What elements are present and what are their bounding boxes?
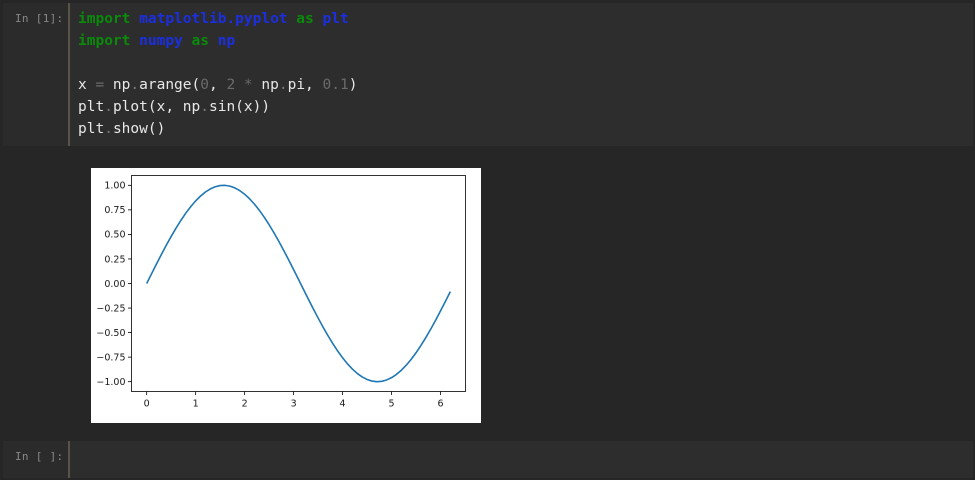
code-token: sin(x)) (208, 99, 271, 115)
code-token: * (243, 77, 253, 93)
code-token: np (217, 33, 236, 49)
code-token: arange( (139, 77, 201, 93)
code-token: as (191, 33, 209, 49)
code-line: import matplotlib.pyplot as plt (78, 8, 357, 30)
y-tick-label: 0.00 (104, 279, 125, 290)
code-token: matplotlib.pyplot (139, 11, 288, 27)
x-tick-label: 3 (291, 399, 297, 410)
code-token: = (95, 77, 105, 93)
notebook: In [1]: import matplotlib.pyplot as plt i… (0, 0, 975, 480)
code-token: . (200, 99, 209, 115)
code-token: numpy (139, 33, 183, 49)
code-token: plt (78, 121, 105, 137)
y-tick-label: −0.25 (96, 303, 125, 314)
y-tick-label: −0.75 (96, 352, 125, 363)
code-editor[interactable]: import matplotlib.pyplot as plt import nu… (68, 3, 973, 146)
input-prompt: In [1]: (15, 12, 64, 25)
code-text[interactable]: import matplotlib.pyplot as plt import nu… (78, 8, 357, 140)
code-token: plot(x, np (112, 99, 201, 115)
code-line: x = np.arange(0, 2 * np.pi, 0.1) (78, 74, 357, 96)
code-cell-2[interactable]: In [ ]: (3, 441, 973, 478)
output-area: 1.00 0.75 0.50 0.25 0.00 −0.25 −0.50 −0.75 −1.00… (3, 146, 973, 436)
y-tick-label: 0.75 (104, 205, 125, 216)
code-line: import numpy as np (78, 30, 357, 52)
input-prompt: In [ ]: (15, 450, 64, 463)
code-token: , (208, 77, 227, 93)
code-token: x (78, 77, 96, 93)
sine-plot: 1.00 0.75 0.50 0.25 0.00 −0.25 −0.50 −0.75 −1.00… (91, 168, 481, 423)
code-token: . (104, 121, 113, 137)
axes-frame (131, 175, 466, 392)
code-cell-1[interactable]: In [1]: import matplotlib.pyplot as plt i… (3, 3, 973, 146)
x-tick-label: 4 (340, 399, 346, 410)
code-token: 0 (200, 77, 209, 93)
code-token: . (104, 99, 113, 115)
y-tick-label: −0.50 (96, 328, 125, 339)
code-token: ) (348, 77, 358, 93)
code-line: plt.show() (78, 118, 357, 140)
code-token: np (252, 77, 279, 93)
x-tick-label: 2 (242, 399, 248, 410)
code-token: pi, (287, 77, 323, 93)
code-token: as (296, 11, 314, 27)
y-tick-label: 1.00 (104, 181, 125, 192)
code-token: import (78, 11, 131, 27)
y-tick-label: 0.50 (104, 230, 125, 241)
code-token: show() (112, 121, 166, 137)
code-token: . (278, 77, 288, 93)
x-tick-label: 0 (144, 399, 150, 410)
code-line: plt.plot(x, np.sin(x)) (78, 96, 357, 118)
y-tick-label: −1.00 (96, 377, 125, 388)
code-token: np (104, 77, 131, 93)
x-tick-label: 1 (193, 399, 199, 410)
x-tick-label: 5 (389, 399, 395, 410)
code-token: plt (322, 11, 349, 27)
code-token: . (130, 77, 140, 93)
y-tick-label: 0.25 (104, 254, 125, 265)
code-token: import (78, 33, 131, 49)
x-tick-label: 6 (438, 399, 444, 410)
code-token: 2 (226, 77, 236, 93)
code-editor[interactable] (68, 441, 973, 478)
code-token: 0.1 (322, 77, 349, 93)
code-token: plt (78, 99, 105, 115)
